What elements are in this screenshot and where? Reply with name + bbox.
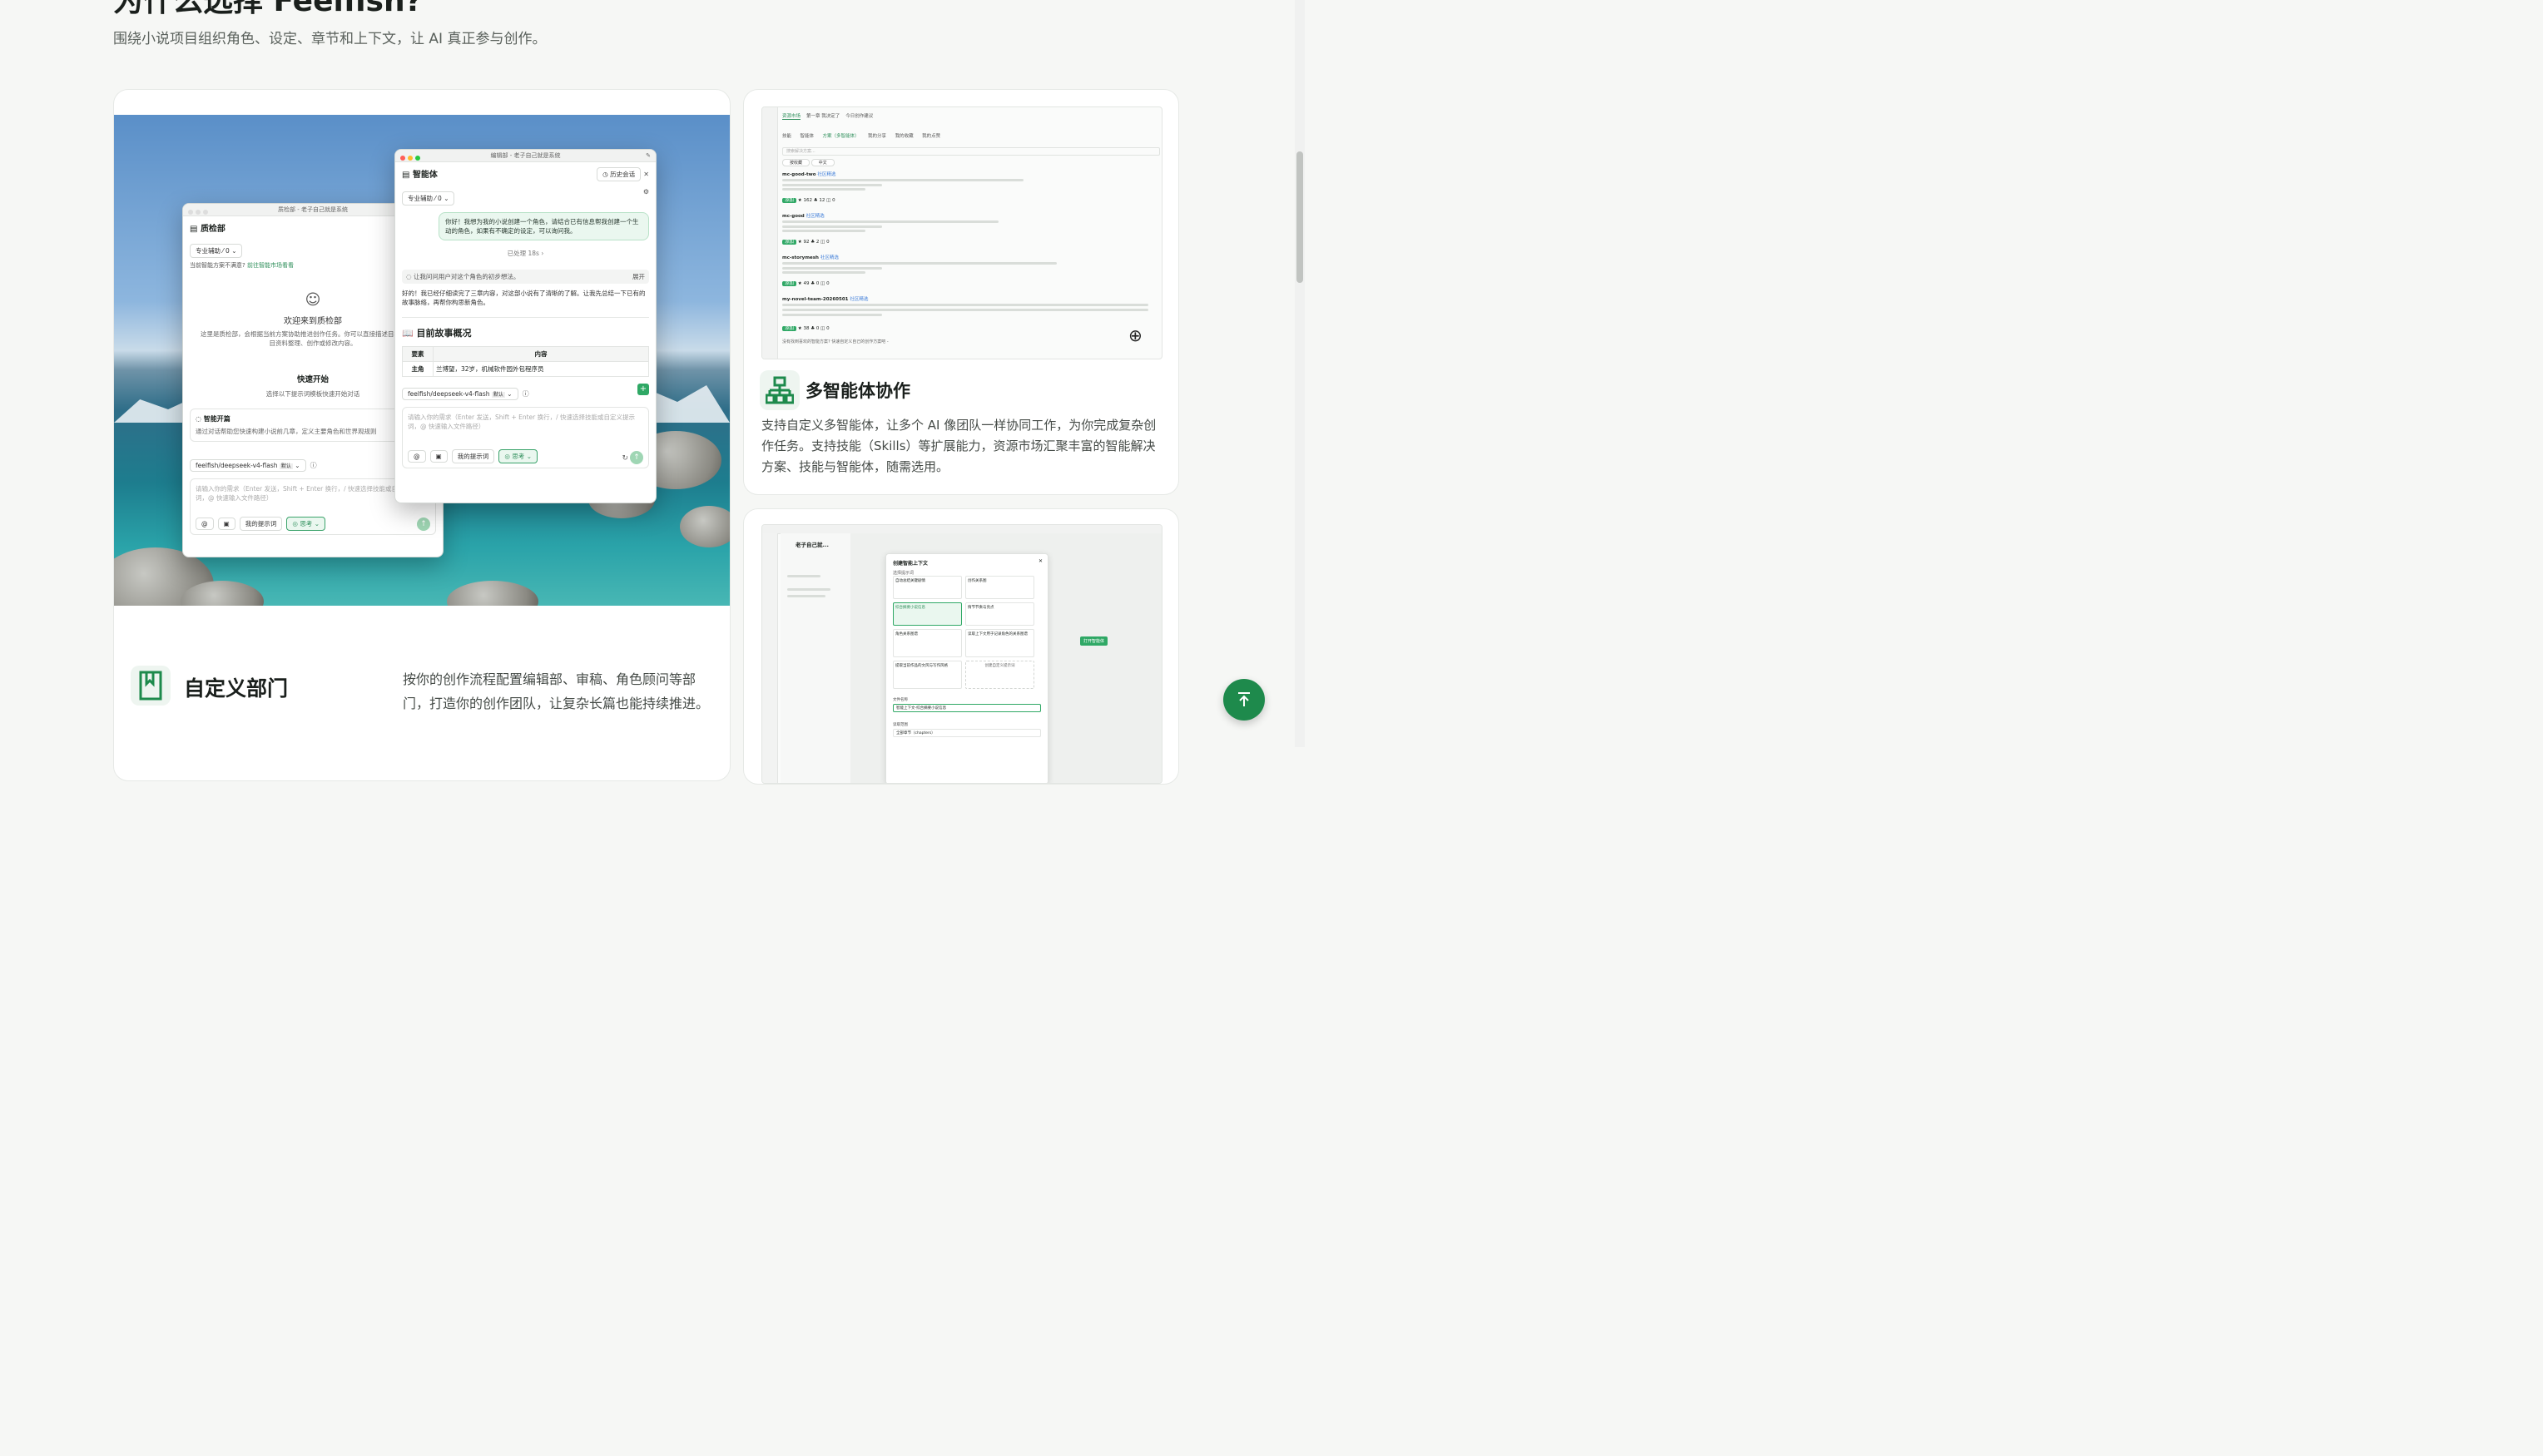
image-button[interactable]: ▣ <box>429 450 448 463</box>
option-card[interactable]: 创作关系图 <box>965 576 1034 599</box>
add-button[interactable]: 添加 <box>782 326 797 331</box>
my-prompts-button[interactable]: 我的提示词 <box>451 449 495 463</box>
at-button[interactable]: @ <box>408 450 426 463</box>
user-message: 你好！我想为我的小说创建一个角色，请结合已有信息帮我创建一个生动的角色，如果有不… <box>439 212 649 240</box>
close-icon[interactable]: ✕ <box>643 171 649 178</box>
chat-input[interactable]: 请输入你的需求（Enter 发送，Shift + Enter 换行，/ 快速选择… <box>402 407 649 468</box>
option-card-selected[interactable]: 综合摘要小说信息 <box>893 602 962 626</box>
window-title: 编辑部 - 老子自己就是系统 <box>490 152 561 159</box>
dialog-subtitle: 选择提示词 <box>893 571 915 576</box>
list-item[interactable]: mc-storymesh 社区精选 添加 ★ 49 ♣ 0 ◫ 0 <box>782 254 1155 295</box>
range-label: 读取范围 <box>893 723 908 727</box>
assistant-reply: 好的！我已经仔细读完了三章内容，对这部小说有了清晰的了解。让我先总结一下已有的故… <box>402 290 646 306</box>
option-card[interactable]: 提取当前作品的文风与写作风格 <box>893 661 962 689</box>
feature-card-departments: 质检部 - 老子自己就是系统 ▤ 质检部◷ 历 专业辅助 ⁄ 0 ⌄ 当前智能方… <box>113 89 731 781</box>
list-item[interactable]: my-novel-team-20260501 社区精选 添加 ★ 38 ♣ 0 … <box>782 295 1155 337</box>
hero-screenshot: 质检部 - 老子自己就是系统 ▤ 质检部◷ 历 专业辅助 ⁄ 0 ⌄ 当前智能方… <box>114 115 730 606</box>
info-icon: ⓘ <box>310 462 317 469</box>
option-card[interactable]: 角色关系图谱 <box>893 629 962 657</box>
refresh-icon[interactable]: ↻ <box>622 454 628 463</box>
window-title: 质检部 - 老子自己就是系统 <box>278 206 348 213</box>
bulb-icon: ◌ <box>196 415 201 423</box>
history-button[interactable]: ◷ 历史会话 <box>597 167 642 181</box>
feature-title: 自定义部门 <box>184 676 289 701</box>
story-overview-heading: 📖 目前故事概况 <box>402 317 649 339</box>
add-button[interactable]: 添加 <box>782 240 797 245</box>
filter-skills[interactable]: 技能 <box>782 134 791 139</box>
processed-status[interactable]: 已处理 18s › <box>402 249 649 258</box>
lang-select[interactable]: 中文 <box>810 159 835 166</box>
filter-agents[interactable]: 智能体 <box>801 134 815 139</box>
think-toggle[interactable]: ◎ 思考 ⌄ <box>286 517 325 531</box>
create-context-dialog: 创建智能上下文 ✕ 选择提示词 自动总结关键剧情 创作关系图 综合摘要小说信息 … <box>885 553 1048 783</box>
market-screenshot: 资源市场 第一章 我决定了 今日创作建议 技能 智能体 方案（多智能体） 我的分… <box>761 106 1162 359</box>
market-list: mc-good-two 社区精选 添加 ★ 162 ♣ 12 ◫ 0 mc-go… <box>782 171 1155 337</box>
option-card[interactable]: 读取上下文用于记录角色的关系图谱 <box>965 629 1034 657</box>
filter-likes[interactable]: 我的点赞 <box>922 134 940 139</box>
sort-select[interactable]: 按收藏 <box>782 159 810 166</box>
filter-shared[interactable]: 我的分享 <box>868 134 886 139</box>
feature-desc: 按你的创作流程配置编辑部、审稿、角色顾问等部门，打造你的创作团队，让复杂长篇也能… <box>403 671 710 711</box>
expand-button[interactable]: 展开 <box>632 272 645 281</box>
image-button[interactable]: ▣ <box>217 518 235 530</box>
welcome-desc: 这里是质检部，会根据当前方案协助推进创作任务。你可以直接描述目标，或从项目资料整… <box>201 330 425 347</box>
add-button[interactable]: 添加 <box>782 198 797 203</box>
org-chart-icon <box>760 370 800 410</box>
filter-favorites[interactable]: 我的收藏 <box>895 134 914 139</box>
market-link[interactable]: 前往智能市场看看 <box>247 262 294 269</box>
feature-card-context: 老子自己就... 创建智能上下文 ✕ 选择提示词 自动总结关键剧情 创作关系图 … <box>743 508 1179 785</box>
section-subtitle: 围绕小说项目组织角色、设定、章节和上下文，让 AI 真正参与创作。 <box>113 31 547 47</box>
pin-icon[interactable]: ✎ <box>646 150 651 161</box>
dialog-title: 创建智能上下文 <box>893 561 929 567</box>
bookmark-icon <box>131 666 171 706</box>
list-item[interactable]: mc-good-two 社区精选 添加 ★ 162 ♣ 12 ◫ 0 <box>782 171 1155 212</box>
file-name-input[interactable]: 智能上下文-综合摘要小说信息 <box>893 704 1041 712</box>
option-card[interactable]: 自动总结关键剧情 <box>893 576 962 599</box>
tab-chapter[interactable]: 第一章 我决定了 <box>806 114 840 119</box>
feature-desc: 支持自定义多智能体，让多个 AI 像团队一样协同工作，为你完成复杂创作任务。支持… <box>761 418 1157 474</box>
search-input[interactable]: 搜索解决方案... <box>782 147 1160 156</box>
back-to-top-button[interactable] <box>1223 679 1265 721</box>
create-custom-prompt[interactable]: 创建自定义提示词 <box>965 661 1034 689</box>
close-icon[interactable]: ✕ <box>1039 558 1043 564</box>
add-button[interactable]: 添加 <box>782 281 797 286</box>
think-toggle[interactable]: ◎ 思考 ⌄ <box>498 449 538 463</box>
add-button[interactable]: + <box>637 384 649 395</box>
mode-select[interactable]: 专业辅助 ⁄ 0 ⌄ <box>190 244 243 258</box>
section-heading: 为什么选择 Feelfish? <box>113 0 423 18</box>
mode-select[interactable]: 专业辅助 ⁄ 0 ⌄ <box>402 191 455 206</box>
context-screenshot: 老子自己就... 创建智能上下文 ✕ 选择提示词 自动总结关键剧情 创作关系图 … <box>761 524 1162 784</box>
gear-icon[interactable]: ⚙ <box>643 188 649 196</box>
editor-dept-window: 编辑部 - 老子自己就是系统 ✎ ▤ 智能体 ◷ 历史会话 ✕ 专业辅助 ⁄ 0 … <box>394 149 657 503</box>
range-select[interactable]: 全部章节（chapters） <box>893 729 1041 737</box>
tool-note: ◌ 让我问问用户对这个角色的初步想法。 展开 <box>402 270 649 284</box>
list-item[interactable]: mc-good 社区精选 添加 ★ 92 ♣ 2 ◫ 0 <box>782 212 1155 254</box>
overview-table: 要素 内容 主角 兰博望，32岁，机械软件园外包程序员 <box>402 346 649 377</box>
panel-title: ▤ 智能体 ◷ 历史会话 ✕ <box>402 167 649 181</box>
feature-title: 多智能体协作 <box>806 381 910 401</box>
project-name[interactable]: 老子自己就... <box>796 540 850 548</box>
feature-card-multi-agent: 资源市场 第一章 我决定了 今日创作建议 技能 智能体 方案（多智能体） 我的分… <box>743 89 1179 495</box>
model-select[interactable]: feelfish/deepseek-v4-flash 默认 ⌄ <box>402 388 518 400</box>
tab-market[interactable]: 资源市场 <box>782 114 801 120</box>
open-agent-button[interactable]: 打开智能体 <box>1080 636 1108 646</box>
filter-schemes[interactable]: 方案（多智能体） <box>823 134 860 139</box>
option-card[interactable]: 情节节奏与亮点 <box>965 602 1034 626</box>
file-label: 文件名称 <box>893 698 908 702</box>
page-scrollbar[interactable] <box>1295 0 1305 747</box>
scrollbar-thumb[interactable] <box>1296 151 1303 283</box>
info-icon: ⓘ <box>522 390 529 398</box>
send-button[interactable]: ↑ <box>630 451 643 464</box>
zoom-in-icon[interactable]: ⊕ <box>1128 325 1143 345</box>
model-select[interactable]: feelfish/deepseek-v4-flash 默认 ⌄ <box>190 459 306 472</box>
send-button[interactable]: ↑ <box>417 518 430 531</box>
at-button[interactable]: @ <box>196 518 214 530</box>
footer-hint: 没有找到喜欢的智能方案? 快速自定义自己的创作方案吧 - <box>782 339 889 344</box>
my-prompts-button[interactable]: 我的提示词 <box>239 517 283 531</box>
arrow-up-icon <box>1238 692 1250 706</box>
tab-suggestion[interactable]: 今日创作建议 <box>845 114 873 119</box>
